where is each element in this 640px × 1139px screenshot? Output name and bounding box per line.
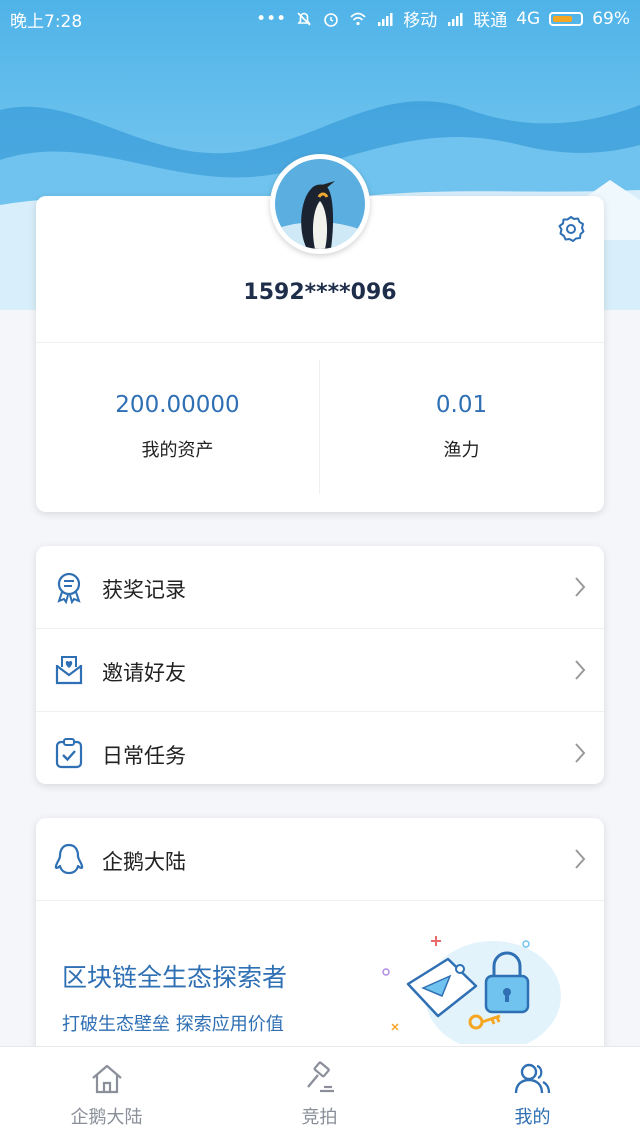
user-phone: 1592****096 (243, 280, 397, 305)
fishing-power-value: 0.01 (435, 392, 488, 418)
status-time: 晚上7:28 (10, 12, 83, 32)
battery-icon (549, 11, 584, 26)
carrier-1: 移动 (403, 11, 438, 31)
home-icon (91, 1064, 122, 1094)
signal-icon (448, 12, 463, 26)
invite-mail-icon (55, 656, 83, 685)
user-profile-icon (514, 1063, 550, 1094)
asset-label: 我的资产 (141, 440, 214, 461)
chevron-right-icon (575, 849, 586, 869)
menu-item-penguin-continent[interactable]: 企鹅大陆 (36, 818, 604, 900)
avatar[interactable] (270, 154, 370, 254)
alarm-icon (324, 12, 339, 27)
award-icon (57, 572, 81, 604)
auction-hammer-icon (306, 1061, 334, 1093)
tab-label: 企鹅大陆 (70, 1107, 143, 1128)
mute-bell-icon (297, 11, 311, 26)
bottom-tab-bar: 企鹅大陆 竞拍 我的 (0, 1046, 640, 1139)
penguin-continent-card: 企鹅大陆 区块链全生态探索者 打破生态壁垒 探索应用价值 (36, 818, 604, 1078)
divider (36, 900, 604, 901)
asset-stat[interactable]: 200.00000 我的资产 (36, 392, 319, 462)
settings-gear-icon[interactable] (556, 214, 586, 244)
menu-item-label: 获奖记录 (102, 578, 186, 602)
task-clipboard-icon (55, 738, 83, 769)
promo-illustration (382, 936, 561, 1044)
signal-icon (378, 12, 393, 26)
divider (36, 342, 604, 343)
chevron-right-icon (575, 743, 586, 763)
menu-item-awards[interactable]: 获奖记录 (36, 546, 604, 628)
chevron-right-icon (575, 577, 586, 597)
battery-percent: 69% (592, 8, 630, 29)
status-bar: 晚上7:28 ••• 移动 联通 4G 69% (0, 0, 640, 34)
promo-subtitle: 打破生态壁垒 探索应用价值 (62, 1014, 284, 1035)
tab-auction[interactable]: 竞拍 (213, 1047, 426, 1139)
tab-mine[interactable]: 我的 (426, 1047, 639, 1139)
fishing-power-stat[interactable]: 0.01 渔力 (320, 392, 603, 462)
promo-title: 区块链全生态探索者 (62, 963, 288, 992)
network-type: 4G (516, 8, 541, 29)
menu-item-label: 邀请好友 (102, 661, 186, 685)
more-dots-icon: ••• (256, 8, 287, 29)
wifi-icon (350, 12, 366, 25)
menu-item-daily-tasks[interactable]: 日常任务 (36, 712, 604, 794)
tab-penguin-continent[interactable]: 企鹅大陆 (0, 1047, 213, 1139)
menu-item-invite[interactable]: 邀请好友 (36, 629, 604, 711)
carrier-2: 联通 (473, 11, 508, 31)
tab-label: 我的 (514, 1107, 551, 1128)
qq-penguin-icon (54, 843, 84, 875)
chevron-right-icon (575, 660, 586, 680)
menu-item-label: 企鹅大陆 (102, 850, 186, 874)
menu-card: 获奖记录 邀请好友 日常任务 (36, 546, 604, 784)
penguin-avatar-image (275, 159, 365, 249)
fishing-power-label: 渔力 (443, 440, 480, 461)
menu-item-label: 日常任务 (102, 744, 186, 768)
asset-value: 200.00000 (115, 392, 240, 418)
tab-label: 竞拍 (301, 1107, 338, 1128)
